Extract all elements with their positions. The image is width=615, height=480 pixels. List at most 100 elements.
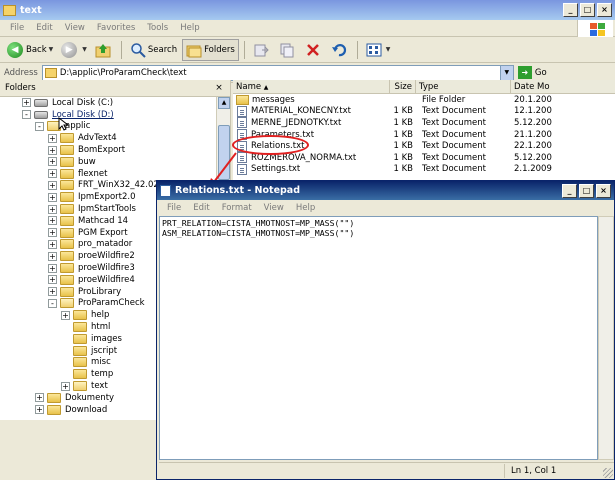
file-row[interactable]: ROZMEROVA_NORMA.txt 1 KB Text Document 5.12… (233, 152, 615, 164)
expand-icon[interactable]: + (48, 145, 57, 155)
sort-up-icon: ▲ (263, 84, 269, 91)
tree-item-label: Download (65, 404, 108, 415)
tree-item[interactable]: - applic (0, 121, 230, 133)
menu-view[interactable]: View (258, 203, 290, 213)
minimize-button[interactable]: _ (562, 183, 577, 198)
tree-item[interactable]: + Local Disk (C:) (0, 97, 230, 109)
expand-icon[interactable]: + (48, 251, 57, 261)
expand-icon[interactable]: + (48, 263, 57, 273)
folders-pane-title: Folders (5, 83, 36, 93)
tree-item-label: help (91, 310, 110, 321)
notepad-titlebar[interactable]: Relations.txt - Notepad _ □ × (157, 181, 614, 200)
notepad-text-area[interactable]: PRT_RELATION=CISTA_HMOTNOST=MP_MASS("") … (159, 216, 598, 460)
tree-item-label: Mathcad 14 (78, 215, 129, 226)
address-input[interactable]: D:\applic\ProParamCheck\text ▼ (41, 64, 514, 81)
expand-icon[interactable]: + (48, 228, 57, 238)
folders-button[interactable]: Folders (182, 38, 239, 61)
menu-help[interactable]: Help (174, 23, 205, 33)
scroll-up-icon[interactable]: ▲ (218, 97, 230, 109)
minimize-button[interactable]: _ (563, 3, 578, 17)
tree-item[interactable]: + BomExport (0, 144, 230, 156)
tree-item-label: Dokumenty (65, 392, 115, 403)
menu-format[interactable]: Format (216, 203, 258, 213)
address-value: D:\applic\ProParamCheck\text (59, 67, 187, 78)
close-pane-icon[interactable]: × (213, 82, 225, 94)
scroll-thumb[interactable] (218, 125, 230, 180)
menu-file[interactable]: File (4, 23, 30, 33)
file-type: Text Document (422, 141, 486, 152)
collapse-icon[interactable]: - (35, 121, 44, 131)
column-size[interactable]: Size (390, 80, 416, 94)
folder-icon (60, 239, 74, 250)
expand-icon[interactable]: + (48, 287, 57, 297)
expand-icon[interactable]: + (22, 98, 31, 108)
collapse-icon[interactable]: - (48, 298, 57, 308)
address-dropdown-icon[interactable]: ▼ (499, 65, 513, 80)
tree-item[interactable]: + AdvText4 (0, 132, 230, 144)
copy-to-button[interactable] (276, 39, 300, 61)
file-rows: messages File Folder 20.1.200 MATERIAL_KONE… (233, 94, 615, 175)
tree-item-label: misc (91, 357, 111, 368)
move-to-button[interactable] (250, 39, 274, 61)
expand-icon[interactable]: + (48, 275, 57, 285)
menu-tools[interactable]: Tools (141, 23, 174, 33)
folders-icon (186, 45, 202, 57)
expand-icon[interactable]: + (48, 216, 57, 226)
expand-icon[interactable]: + (48, 133, 57, 143)
menu-edit[interactable]: Edit (30, 23, 58, 33)
views-button[interactable]: ▼ (363, 39, 394, 61)
folders-pane-header: Folders × (0, 80, 230, 97)
menu-file[interactable]: File (161, 203, 187, 213)
file-type: File Folder (422, 94, 466, 105)
expand-icon[interactable]: + (35, 393, 44, 403)
undo-button[interactable] (328, 39, 352, 61)
file-size: 1 KB (393, 106, 413, 117)
expand-icon[interactable]: + (48, 157, 57, 167)
collapse-icon[interactable]: - (22, 110, 31, 120)
close-button[interactable]: × (596, 183, 611, 198)
expand-icon[interactable]: + (61, 310, 70, 320)
tree-item-label: PGM Export (78, 227, 128, 238)
file-row[interactable]: MATERIAL_KONECNY.txt 1 KB Text Document 12.… (233, 105, 615, 118)
file-row[interactable]: Settings.txt 1 KB Text Document 2.1.2009 (233, 163, 615, 176)
go-arrow-icon: ➜ (517, 66, 532, 79)
chevron-down-icon: ▼ (82, 46, 87, 53)
cursor-position: Ln 1, Col 1 (504, 464, 556, 478)
expand-icon[interactable]: + (48, 169, 57, 179)
close-button[interactable]: × (597, 3, 612, 17)
column-type[interactable]: Type (416, 80, 511, 94)
menu-help[interactable]: Help (290, 203, 321, 213)
notepad-scrollbar[interactable] (598, 216, 614, 460)
file-date: 20.1.200 (514, 94, 552, 105)
menu-view[interactable]: View (59, 23, 91, 33)
column-name[interactable]: Name ▲ (233, 80, 390, 94)
tree-item[interactable]: + buw (0, 156, 230, 168)
tree-item[interactable]: - Local Disk (D:) (0, 109, 230, 121)
go-button[interactable]: ➜ Go (517, 66, 547, 79)
tree-item-label: IpmStartTools (78, 204, 136, 215)
expand-icon[interactable]: + (35, 405, 44, 415)
explorer-titlebar[interactable]: text _ □ × (0, 0, 615, 20)
delete-button[interactable] (302, 39, 326, 61)
back-button[interactable]: ◀ Back ▼ (4, 39, 56, 61)
forward-button[interactable]: ▶ ▼ (58, 39, 90, 61)
maximize-button[interactable]: □ (579, 183, 594, 198)
expand-icon[interactable]: + (48, 180, 57, 190)
resize-grip-icon[interactable] (603, 468, 613, 478)
expand-icon[interactable]: + (48, 239, 57, 249)
expand-icon[interactable]: + (61, 381, 70, 391)
file-row[interactable]: messages File Folder 20.1.200 (233, 94, 615, 106)
notepad-statusbar: Ln 1, Col 1 (159, 462, 614, 479)
file-row[interactable]: MERNE_JEDNOTKY.txt 1 KB Text Document 5.12.… (233, 117, 615, 129)
up-button[interactable] (92, 39, 116, 61)
expand-icon[interactable]: + (48, 204, 57, 214)
menu-favorites[interactable]: Favorites (91, 23, 141, 33)
expand-icon[interactable]: + (48, 192, 57, 202)
tree-item[interactable]: + flexnet (0, 168, 230, 180)
expand-icon (61, 370, 70, 379)
column-date[interactable]: Date Mo (511, 80, 615, 94)
menu-edit[interactable]: Edit (187, 203, 215, 213)
maximize-button[interactable]: □ (580, 3, 595, 17)
search-button[interactable]: Search (127, 39, 180, 61)
file-size: 1 KB (393, 141, 413, 152)
